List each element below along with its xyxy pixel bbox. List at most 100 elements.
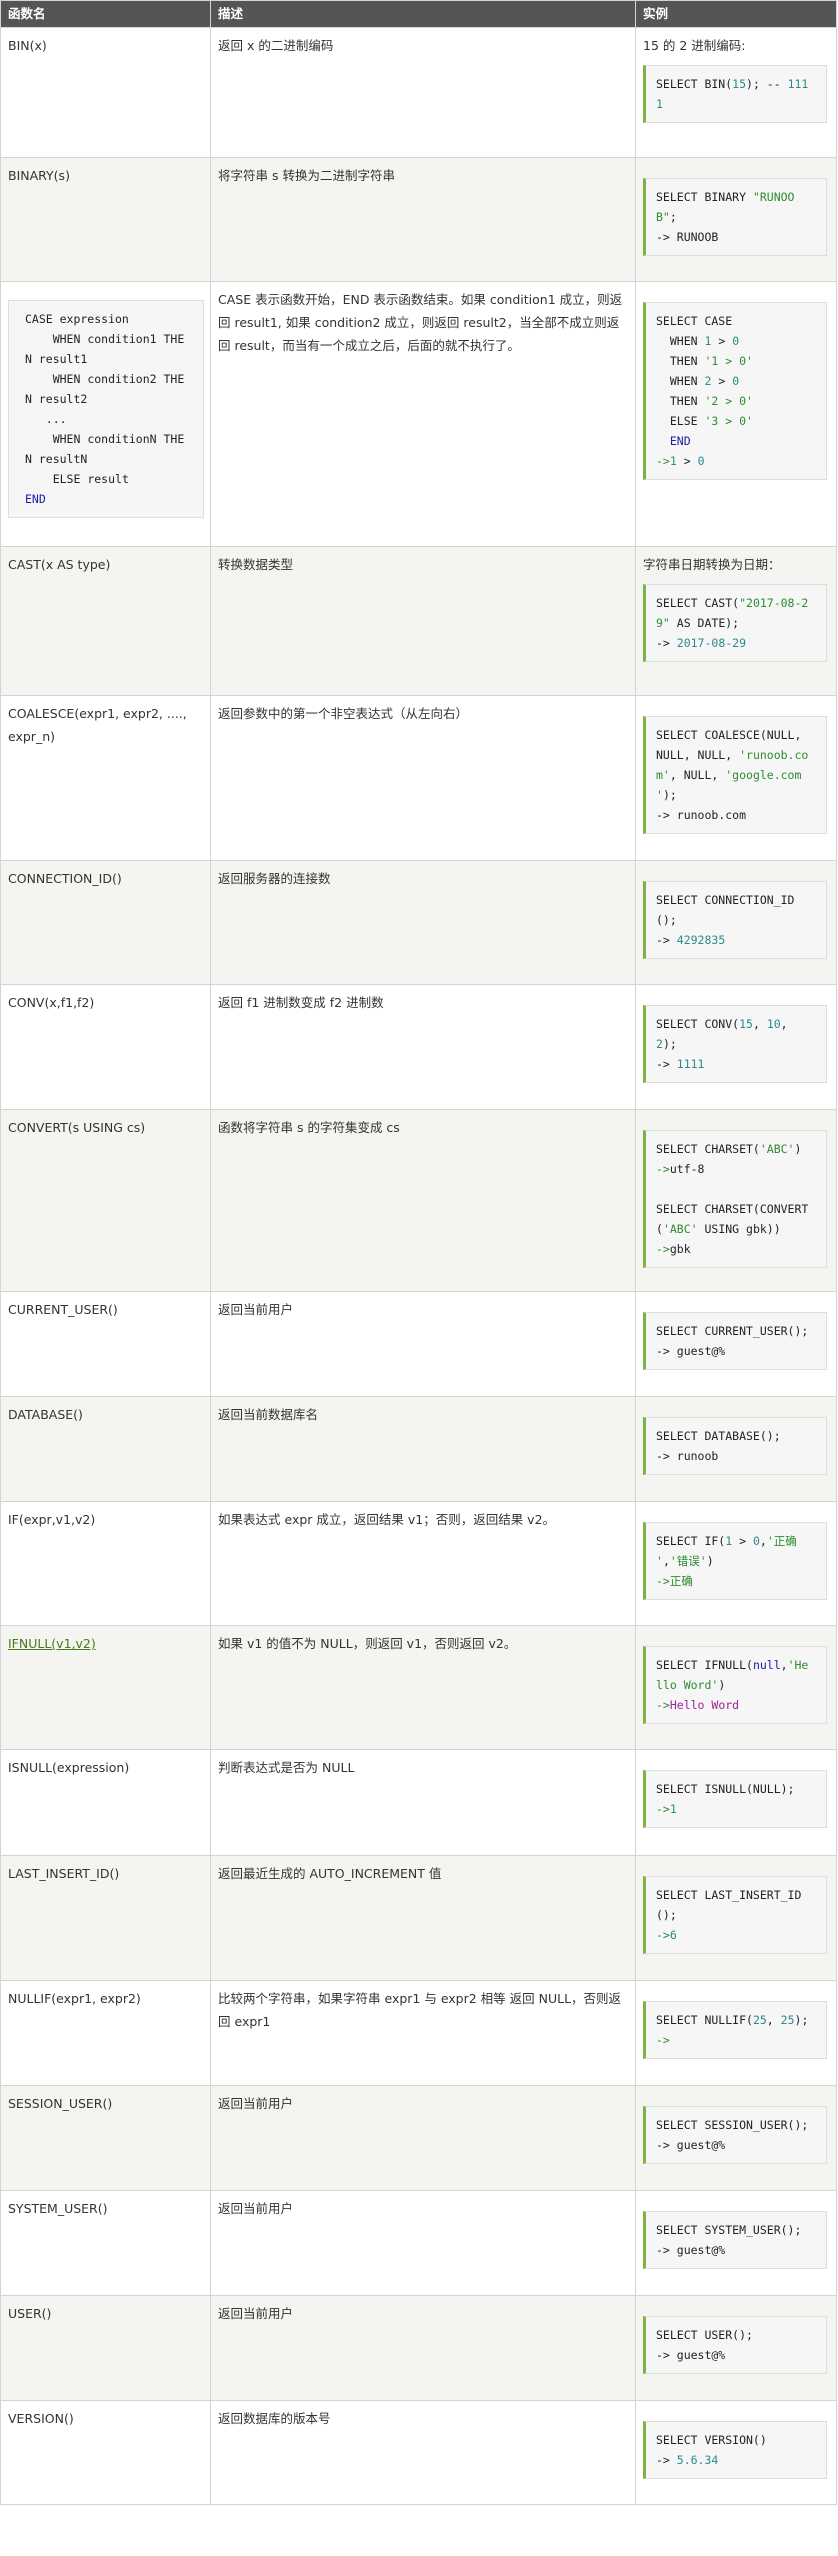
code-token: 'ABC' bbox=[759, 1142, 795, 1156]
function-name-cell: VERSION() bbox=[0, 2400, 211, 2505]
description-cell: 返回参数中的第一个非空表达式（从左向右） bbox=[210, 695, 636, 861]
function-description: 返回最近生成的 AUTO_INCREMENT 值 bbox=[218, 1866, 442, 1881]
example-cell: SELECT CHARSET('ABC') ->utf-8 SELECT CHA… bbox=[635, 1109, 837, 1292]
function-name-link[interactable]: IFNULL(v1,v2) bbox=[8, 1636, 96, 1651]
function-name-cell: COALESCE(expr1, expr2, ...., expr_n) bbox=[0, 695, 211, 861]
code-token: AS DATE); bbox=[669, 616, 740, 630]
description-cell: 如果表达式 expr 成立，返回结果 v1；否则，返回结果 v2。 bbox=[210, 1501, 636, 1626]
function-name: SESSION_USER() bbox=[8, 2096, 113, 2111]
case-syntax-code-block: CASE expression WHEN condition1 THE N re… bbox=[8, 300, 204, 518]
example-cell: SELECT ISNULL(NULL); ->1 bbox=[635, 1749, 837, 1856]
code-token: , NULL, bbox=[669, 768, 726, 782]
code-token: ELSE bbox=[656, 414, 705, 428]
function-name-cell: LAST_INSERT_ID() bbox=[0, 1855, 211, 1981]
code-token: -> guest@% bbox=[656, 2243, 726, 2257]
code-token: WHEN bbox=[656, 374, 705, 388]
code-token: '3 > 0' bbox=[704, 414, 753, 428]
example-cell: SELECT NULLIF(25, 25); -> bbox=[635, 1980, 837, 2086]
code-token: SELECT SESSION_USER(); bbox=[656, 2118, 809, 2132]
code-line: WHEN condition1 THE bbox=[25, 332, 185, 346]
code-token: '1 > 0' bbox=[704, 354, 753, 368]
function-description: 如果表达式 expr 成立，返回结果 v1；否则，返回结果 v2。 bbox=[218, 1512, 556, 1527]
code-token: SELECT CASE bbox=[656, 314, 733, 328]
code-token: -> bbox=[656, 1574, 670, 1588]
code-token: , bbox=[662, 1554, 670, 1568]
table-row: CURRENT_USER() 返回当前用户 SELECT CURRENT_USER(… bbox=[0, 1291, 837, 1397]
table-row: CAST(x AS type) 转换数据类型 字符串日期转换为日期： SELECT C… bbox=[0, 546, 837, 696]
table-row: LAST_INSERT_ID() 返回最近生成的 AUTO_INCREMENT 值… bbox=[0, 1855, 837, 1981]
function-description: 返回 f1 进制数变成 f2 进制数 bbox=[218, 995, 384, 1010]
table-row: USER() 返回当前用户 SELECT USER(); -> guest@% bbox=[0, 2295, 837, 2401]
description-cell: 返回当前用户 bbox=[210, 2295, 636, 2401]
function-name: COALESCE(expr1, expr2, ...., expr_n) bbox=[8, 706, 187, 744]
code-token: SELECT USER(); bbox=[656, 2328, 753, 2342]
example-cell: SELECT IFNULL(null,'He llo Word') ->Hell… bbox=[635, 1625, 837, 1750]
code-token: 1 bbox=[656, 97, 663, 111]
function-description: 将字符串 s 转换为二进制字符串 bbox=[218, 168, 395, 183]
function-name-cell: NULLIF(expr1, expr2) bbox=[0, 1980, 211, 2086]
function-name-cell: DATABASE() bbox=[0, 1396, 211, 1502]
code-token: , bbox=[780, 1017, 788, 1031]
code-token: 'ABC' bbox=[662, 1222, 698, 1236]
code-token: ( bbox=[656, 1222, 663, 1236]
description-cell: 返回当前用户 bbox=[210, 2190, 636, 2296]
code-token: > bbox=[732, 1534, 753, 1548]
code-token: USING gbk)) bbox=[697, 1222, 781, 1236]
function-description: 转换数据类型 bbox=[218, 557, 294, 572]
code-token: 4292835 bbox=[676, 933, 726, 947]
code-token: SELECT CONV( bbox=[656, 1017, 740, 1031]
description-cell: 比较两个字符串，如果字符串 expr1 与 expr2 相等 返回 NULL，否… bbox=[210, 1980, 636, 2086]
table-row: BIN(x) 返回 x 的二进制编码 15 的 2 进制编码: SELECT BIN(… bbox=[0, 27, 837, 158]
code-token: -> runoob.com bbox=[656, 808, 747, 822]
code-token: 1 bbox=[669, 1802, 677, 1816]
code-token: 'runoob.co bbox=[739, 748, 809, 762]
code-token: (); bbox=[656, 913, 677, 927]
example-cell: SELECT CURRENT_USER(); -> guest@% bbox=[635, 1291, 837, 1397]
function-name: IF(expr,v1,v2) bbox=[8, 1512, 96, 1527]
description-cell: CASE 表示函数开始，END 表示函数结束。如果 condition1 成立，… bbox=[210, 281, 636, 547]
description-cell: 判断表达式是否为 NULL bbox=[210, 1749, 636, 1856]
code-line: END bbox=[25, 492, 46, 506]
example-cell: SELECT IF(1 > 0,'正确 ','错误') ->正确 bbox=[635, 1501, 837, 1626]
example-title: 字符串日期转换为日期： bbox=[643, 557, 781, 572]
example-cell: SELECT SESSION_USER(); -> guest@% bbox=[635, 2085, 837, 2191]
header-example: 实例 bbox=[635, 0, 837, 28]
code-token: ) bbox=[794, 1142, 802, 1156]
function-description: 返回数据库的版本号 bbox=[218, 2411, 331, 2426]
code-token: SELECT VERSION() bbox=[656, 2433, 767, 2447]
function-name-cell: BIN(x) bbox=[0, 27, 211, 158]
description-cell: 转换数据类型 bbox=[210, 546, 636, 696]
code-token: llo Word' bbox=[656, 1678, 719, 1692]
description-cell: 返回 x 的二进制编码 bbox=[210, 27, 636, 158]
code-token: SELECT CONNECTION_ID bbox=[656, 893, 795, 907]
table-row: SESSION_USER() 返回当前用户 SELECT SESSION_USER(… bbox=[0, 2085, 837, 2191]
example-code-block: SELECT CHARSET('ABC') ->utf-8 SELECT CHA… bbox=[643, 1130, 827, 1268]
code-token: -> bbox=[656, 1057, 677, 1071]
function-name-cell: CAST(x AS type) bbox=[0, 546, 211, 696]
code-line: ... bbox=[25, 412, 67, 426]
code-token: NULL, NULL, bbox=[656, 748, 740, 762]
code-token: -> guest@% bbox=[656, 2138, 726, 2152]
code-token: m' bbox=[656, 768, 670, 782]
code-token: WHEN bbox=[656, 334, 705, 348]
code-token: 正确 bbox=[669, 1574, 693, 1588]
function-description: 返回 x 的二进制编码 bbox=[218, 38, 334, 53]
code-line: CASE expression bbox=[25, 312, 129, 326]
function-name: BINARY(s) bbox=[8, 168, 70, 183]
code-token: THEN bbox=[656, 354, 705, 368]
function-description: 比较两个字符串，如果字符串 expr1 与 expr2 相等 返回 NULL，否… bbox=[218, 1991, 622, 2029]
description-cell: 返回数据库的版本号 bbox=[210, 2400, 636, 2505]
function-description: 返回服务器的连接数 bbox=[218, 871, 331, 886]
code-token: "RUNOO bbox=[752, 190, 795, 204]
code-token: , bbox=[752, 1017, 767, 1031]
table-row: VERSION() 返回数据库的版本号 SELECT VERSION() -> 5.… bbox=[0, 2400, 837, 2505]
function-name-cell: CASE expression WHEN condition1 THE N re… bbox=[0, 281, 211, 547]
example-code-block: SELECT CASE WHEN 1 > 0 THEN '1 > 0' WHEN… bbox=[643, 302, 827, 480]
code-token: -> bbox=[656, 1698, 670, 1712]
code-token: SELECT DATABASE(); bbox=[656, 1429, 781, 1443]
code-token: ' bbox=[656, 1554, 663, 1568]
function-name: CONNECTION_ID() bbox=[8, 871, 122, 886]
code-token: ); bbox=[662, 788, 677, 802]
function-name-cell: CONNECTION_ID() bbox=[0, 860, 211, 985]
